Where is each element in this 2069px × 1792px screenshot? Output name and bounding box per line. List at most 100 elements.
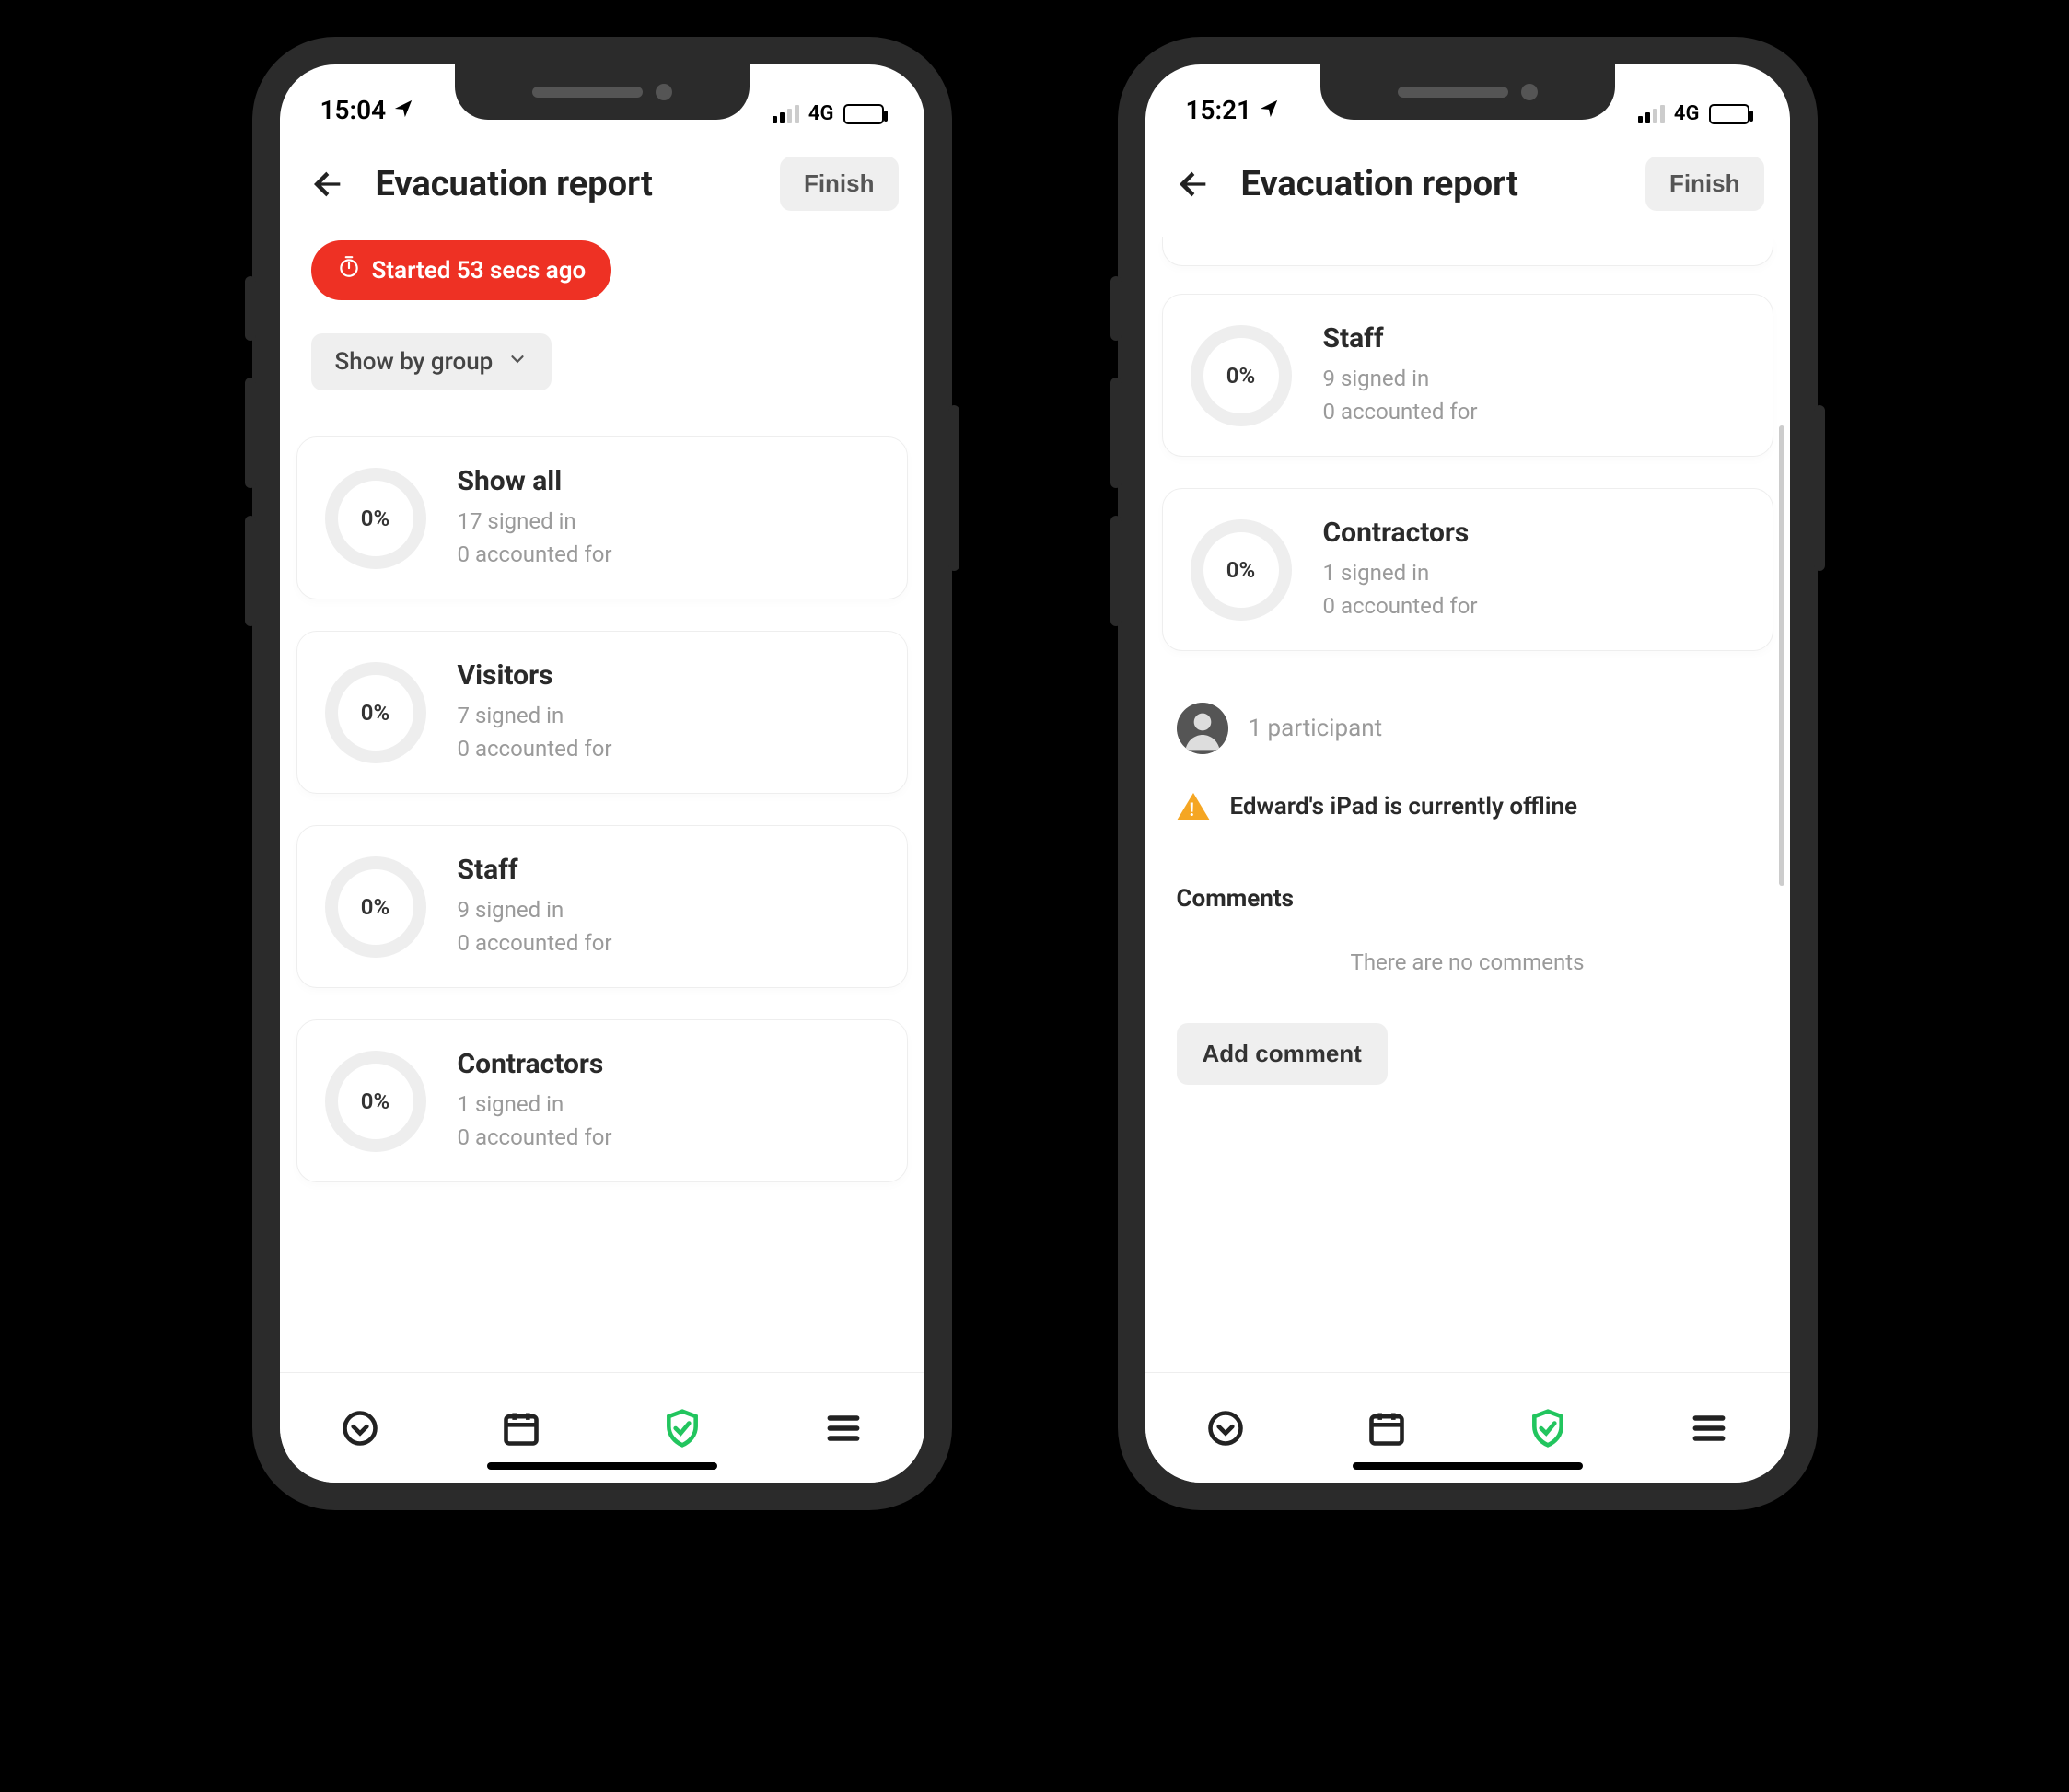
card-accounted: 0 accounted for xyxy=(458,926,612,960)
progress-ring: 0% xyxy=(325,856,426,958)
card-signed-in: 9 signed in xyxy=(458,893,612,926)
card-signed-in: 9 signed in xyxy=(1323,362,1478,395)
progress-pct: 0% xyxy=(361,1088,389,1114)
page-title: Evacuation report xyxy=(1241,164,1620,204)
network-text: 4G xyxy=(808,102,834,125)
location-icon xyxy=(1259,95,1279,125)
volume-up-button xyxy=(245,378,256,488)
notch xyxy=(1320,64,1615,120)
started-pill-text: Started 53 secs ago xyxy=(372,257,587,285)
shield-check-icon xyxy=(1528,1408,1568,1449)
card-signed-in: 1 signed in xyxy=(458,1088,612,1121)
menu-icon xyxy=(1689,1408,1729,1449)
volume-down-button xyxy=(1110,516,1122,626)
signal-icon xyxy=(773,105,799,123)
battery-icon xyxy=(1709,104,1749,124)
volume-up-button xyxy=(1110,378,1122,488)
tab-shield-active[interactable] xyxy=(1522,1402,1574,1454)
tab-shield-active[interactable] xyxy=(657,1402,708,1454)
card-accounted: 0 accounted for xyxy=(1323,395,1478,428)
card-title: Visitors xyxy=(458,659,612,692)
menu-icon xyxy=(823,1408,864,1449)
page-title: Evacuation report xyxy=(376,164,754,204)
page-header: Evacuation report Finish xyxy=(280,131,924,237)
scrollbar[interactable] xyxy=(1779,425,1784,886)
tab-menu[interactable] xyxy=(818,1402,869,1454)
tab-calendar[interactable] xyxy=(495,1402,547,1454)
progress-ring: 0% xyxy=(325,662,426,763)
clock-text: 15:04 xyxy=(320,95,387,125)
card-title: Contractors xyxy=(1323,517,1478,549)
chevron-down-icon xyxy=(507,348,528,376)
calendar-icon xyxy=(501,1408,541,1449)
card-accounted: 0 accounted for xyxy=(458,1121,612,1154)
mute-switch xyxy=(245,276,256,341)
progress-ring: 0% xyxy=(325,1051,426,1152)
clock-down-icon xyxy=(340,1408,380,1449)
finish-button[interactable]: Finish xyxy=(780,157,899,211)
group-card-contractors[interactable]: 0% Contractors 1 signed in 0 accounted f… xyxy=(1162,488,1773,651)
partial-card-above xyxy=(1162,237,1773,266)
arrow-left-icon xyxy=(309,166,346,203)
card-title: Staff xyxy=(1323,322,1478,355)
progress-pct: 0% xyxy=(1226,363,1255,389)
tab-calendar[interactable] xyxy=(1361,1402,1412,1454)
card-title: Show all xyxy=(458,465,612,497)
dropdown-label: Show by group xyxy=(335,348,494,376)
home-indicator xyxy=(487,1462,717,1470)
finish-button[interactable]: Finish xyxy=(1645,157,1764,211)
progress-ring: 0% xyxy=(1191,325,1292,426)
clock-down-icon xyxy=(1205,1408,1246,1449)
mute-switch xyxy=(1110,276,1122,341)
notch xyxy=(455,64,750,120)
card-accounted: 0 accounted for xyxy=(458,538,612,571)
warning-icon xyxy=(1177,793,1210,820)
avatar xyxy=(1177,703,1228,754)
group-card-staff[interactable]: 0% Staff 9 signed in 0 accounted for xyxy=(1162,294,1773,457)
warning-row: Edward's iPad is currently offline xyxy=(1145,774,1790,839)
participants-text: 1 participant xyxy=(1249,715,1383,742)
group-card-staff[interactable]: 0% Staff 9 signed in 0 accounted for xyxy=(296,825,908,988)
home-indicator xyxy=(1353,1462,1583,1470)
group-card-visitors[interactable]: 0% Visitors 7 signed in 0 accounted for xyxy=(296,631,908,794)
started-pill: Started 53 secs ago xyxy=(311,240,612,300)
tab-menu[interactable] xyxy=(1683,1402,1735,1454)
power-button xyxy=(1814,405,1825,571)
back-button[interactable] xyxy=(306,162,350,206)
group-dropdown[interactable]: Show by group xyxy=(311,333,552,390)
back-button[interactable] xyxy=(1171,162,1215,206)
shield-check-icon xyxy=(662,1408,703,1449)
location-icon xyxy=(393,95,413,125)
group-card-contractors[interactable]: 0% Contractors 1 signed in 0 accounted f… xyxy=(296,1019,908,1182)
network-text: 4G xyxy=(1674,102,1700,125)
card-signed-in: 1 signed in xyxy=(1323,556,1478,589)
comments-header: Comments xyxy=(1145,839,1790,940)
progress-pct: 0% xyxy=(361,700,389,726)
phone-right: 15:21 4G Evacuation report Finish xyxy=(1118,37,1818,1510)
arrow-left-icon xyxy=(1175,166,1212,203)
progress-pct: 0% xyxy=(1226,557,1255,583)
tab-clock[interactable] xyxy=(1200,1402,1251,1454)
participants-row: 1 participant xyxy=(1145,682,1790,774)
phone-left: 15:04 4G Evacuation report Finish xyxy=(252,37,952,1510)
battery-icon xyxy=(843,104,884,124)
card-title: Staff xyxy=(458,854,612,886)
page-header: Evacuation report Finish xyxy=(1145,131,1790,237)
calendar-icon xyxy=(1366,1408,1407,1449)
card-signed-in: 17 signed in xyxy=(458,505,612,538)
volume-down-button xyxy=(245,516,256,626)
group-card-show-all[interactable]: 0% Show all 17 signed in 0 accounted for xyxy=(296,436,908,599)
card-accounted: 0 accounted for xyxy=(458,732,612,765)
progress-pct: 0% xyxy=(361,506,389,531)
card-accounted: 0 accounted for xyxy=(1323,589,1478,623)
warning-text: Edward's iPad is currently offline xyxy=(1230,793,1578,820)
tab-clock[interactable] xyxy=(334,1402,386,1454)
signal-icon xyxy=(1638,105,1665,123)
stopwatch-icon xyxy=(337,255,361,285)
clock-text: 15:21 xyxy=(1186,95,1252,125)
add-comment-button[interactable]: Add comment xyxy=(1177,1023,1388,1085)
power-button xyxy=(948,405,959,571)
progress-ring: 0% xyxy=(325,468,426,569)
progress-pct: 0% xyxy=(361,894,389,920)
empty-comments-text: There are no comments xyxy=(1145,940,1790,1003)
